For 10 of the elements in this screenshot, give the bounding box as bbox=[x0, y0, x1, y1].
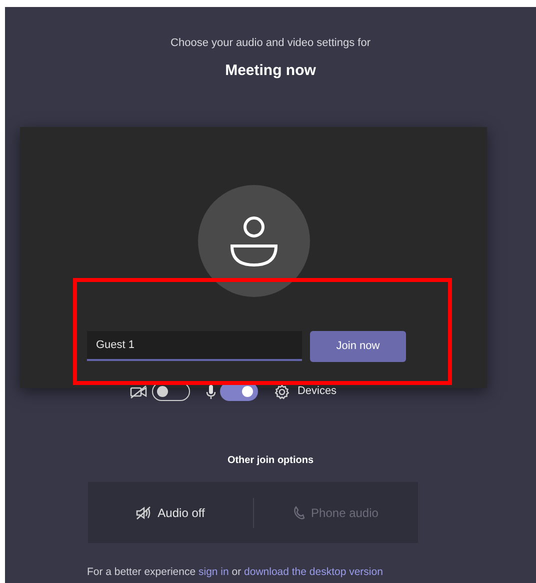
audio-off-button[interactable]: Audio off bbox=[88, 502, 252, 522]
name-field[interactable]: Guest 1 bbox=[87, 331, 302, 361]
join-button[interactable]: Join now bbox=[310, 331, 406, 362]
sign-in-link[interactable]: sign in bbox=[198, 566, 229, 578]
heading-text: Choose your audio and video settings for bbox=[170, 36, 372, 51]
footer-text: For a better experience sign in or download the desktop version bbox=[86, 565, 384, 580]
section-title: Other join options bbox=[226, 454, 315, 468]
meeting-title: Meeting now bbox=[224, 60, 317, 80]
download-link[interactable]: download the desktop version bbox=[244, 566, 383, 578]
devices-link[interactable]: Devices bbox=[297, 383, 337, 400]
